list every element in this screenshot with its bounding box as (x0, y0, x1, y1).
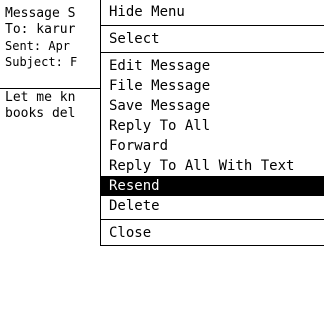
menu-item-resend[interactable]: Resend (101, 176, 324, 196)
message-title: Message S (5, 6, 76, 21)
menu-item-reply-to-all-with-text[interactable]: Reply To All With Text (109, 156, 294, 176)
message-to-field: To: karur (5, 22, 76, 37)
menu-item-reply-to-all[interactable]: Reply To All (109, 116, 210, 136)
menu-divider (101, 52, 324, 53)
message-sent-field: Sent: Apr (5, 39, 71, 53)
menu-item-delete[interactable]: Delete (109, 196, 160, 216)
menu-divider (101, 219, 324, 220)
context-menu: Hide Menu Select Edit Message File Messa… (100, 0, 324, 246)
menu-item-hide-menu[interactable]: Hide Menu (109, 2, 185, 22)
message-body-line: Let me kn (5, 90, 76, 105)
menu-item-save-message[interactable]: Save Message (109, 96, 210, 116)
blackberry-screen: Message S To: karur Sent: Apr Subject: F… (0, 0, 324, 323)
menu-item-forward[interactable]: Forward (109, 136, 168, 156)
menu-item-select[interactable]: Select (109, 29, 160, 49)
menu-item-edit-message[interactable]: Edit Message (109, 56, 210, 76)
header-divider (0, 88, 100, 89)
message-body-line: books del (5, 106, 76, 121)
menu-item-close[interactable]: Close (109, 223, 151, 243)
menu-divider (101, 25, 324, 26)
message-subject-field: Subject: F (5, 55, 78, 69)
menu-item-file-message[interactable]: File Message (109, 76, 210, 96)
